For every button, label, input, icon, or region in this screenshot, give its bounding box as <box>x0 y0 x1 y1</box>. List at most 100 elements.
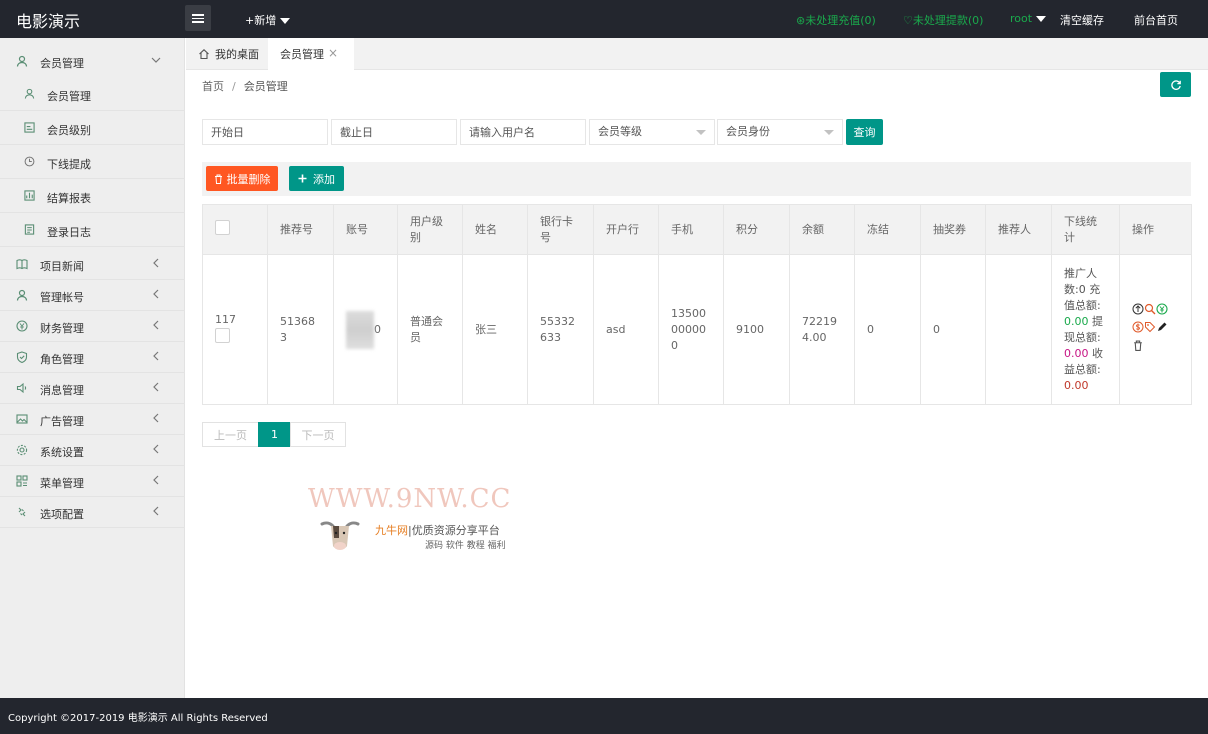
home-icon <box>198 48 210 60</box>
pending-recharge-link[interactable]: ⊛未处理充值(0) <box>796 12 876 28</box>
add-label: 添加 <box>313 172 335 186</box>
cell-actions <box>1119 254 1192 405</box>
cell-phone: 13500000000 <box>658 254 724 405</box>
breadcrumb-home[interactable]: 首页 <box>202 80 224 93</box>
level-icon <box>24 122 35 133</box>
sidebar-group-finance[interactable]: 财务管理 <box>0 311 185 342</box>
new-dropdown[interactable]: +新增 <box>245 12 291 28</box>
close-icon[interactable]: × <box>328 47 340 59</box>
user-dropdown[interactable]: root <box>1010 12 1047 25</box>
batch-delete-button[interactable]: 批量删除 <box>206 166 278 191</box>
start-date-input[interactable] <box>202 119 328 145</box>
trash-icon[interactable] <box>1132 340 1144 352</box>
cell-frozen: 0 <box>854 254 921 405</box>
tab-desktop[interactable]: 我的桌面 <box>186 38 266 70</box>
select-all-checkbox[interactable] <box>215 219 230 235</box>
end-date-input[interactable] <box>331 119 457 145</box>
pencil-icon[interactable] <box>1156 321 1168 333</box>
sidebar-item-report[interactable]: 结算报表 <box>0 179 185 213</box>
shield-icon <box>16 351 28 363</box>
tag-icon[interactable] <box>1144 321 1156 333</box>
book-icon <box>16 258 28 270</box>
search-icon[interactable] <box>1144 303 1156 315</box>
sidebar-group-label: 会员管理 <box>40 57 84 70</box>
chevron-left-icon <box>151 505 160 517</box>
finance-icon[interactable] <box>1156 302 1168 315</box>
header-select-all <box>202 204 268 255</box>
stat-value: 0.00 <box>1064 314 1089 328</box>
pagination: 上一页 1 下一页 <box>202 422 346 447</box>
pending-withdraw-link[interactable]: ♡未处理提款(0) <box>903 12 983 28</box>
sidebar-group-settings[interactable]: 系统设置 <box>0 435 185 466</box>
select-value: 会员身份 <box>726 125 770 138</box>
chevron-left-icon <box>151 412 160 424</box>
pending-recharge-label: 未处理充值(0) <box>805 14 876 27</box>
report-icon <box>24 190 35 201</box>
sidebar-group-ads[interactable]: 广告管理 <box>0 404 185 435</box>
breadcrumb: 首页 / 会员管理 <box>202 78 288 94</box>
cow-logo-icon <box>320 516 360 552</box>
dollar-circle-icon[interactable] <box>1132 321 1144 333</box>
gear-icon <box>16 444 28 456</box>
table-header: 姓名 <box>462 204 528 255</box>
tab-label: 我的桌面 <box>215 48 259 61</box>
add-button[interactable]: 添加 <box>289 166 344 191</box>
page-1-button[interactable]: 1 <box>258 422 291 447</box>
front-home-link[interactable]: 前台首页 <box>1134 12 1178 28</box>
chevron-left-icon <box>151 381 160 393</box>
sidebar-item-member-manage[interactable]: 会员管理 <box>0 77 185 111</box>
user-icon <box>24 88 35 99</box>
sidebar-item-login-log[interactable]: 登录日志 <box>0 213 185 247</box>
sidebar-group-roles[interactable]: 角色管理 <box>0 342 185 373</box>
sidebar-group-label: 项目新闻 <box>40 260 84 273</box>
member-level-select[interactable]: 会员等级 <box>589 119 715 145</box>
menu-toggle-button[interactable] <box>185 5 211 31</box>
caret-down-icon <box>280 18 291 24</box>
finance-icon <box>16 320 28 332</box>
sidebar-item-commission[interactable]: 下线提成 <box>0 145 185 179</box>
sidebar-item-label: 会员管理 <box>47 90 91 103</box>
heart-icon: ♡ <box>903 14 913 27</box>
row-checkbox[interactable] <box>215 327 230 343</box>
table-header: 用户级别 <box>397 204 463 255</box>
app-logo[interactable]: 电影演示 <box>16 8 80 32</box>
refresh-button[interactable] <box>1160 72 1191 97</box>
arrow-up-circle-icon[interactable] <box>1132 303 1144 315</box>
sidebar-item-label: 会员级别 <box>47 124 91 137</box>
query-button[interactable]: 查询 <box>846 119 883 145</box>
sidebar-group-label: 财务管理 <box>40 322 84 335</box>
sidebar-group-menus[interactable]: 菜单管理 <box>0 466 185 497</box>
caret-down-icon <box>696 130 706 135</box>
username-input[interactable] <box>460 119 586 145</box>
sidebar-item-label: 登录日志 <box>47 226 91 239</box>
sidebar-group-options[interactable]: 选项配置 <box>0 497 185 528</box>
top-navbar: 电影演示 +新增 ⊛未处理充值(0) ♡未处理提款(0) root 清空缓存 前… <box>0 0 1208 38</box>
sidebar-group-news[interactable]: 项目新闻 <box>0 249 185 280</box>
sidebar-group-label: 管理帐号 <box>40 291 84 304</box>
chevron-left-icon <box>151 474 160 486</box>
footer: Copyright ©2017-2019 电影演示 All Rights Res… <box>0 698 1208 734</box>
tab-member-manage[interactable]: 会员管理 <box>268 38 354 70</box>
table-header: 账号 <box>333 204 398 255</box>
watermark-slogan: 优质资源分享平台 <box>411 524 500 537</box>
sidebar-group-member[interactable]: 会员管理 <box>0 46 185 77</box>
sidebar-group-messages[interactable]: 消息管理 <box>0 373 185 404</box>
cell-level: 普通会员 <box>397 254 463 405</box>
tab-bar: 我的桌面 会员管理 × <box>186 38 1208 70</box>
menu-icon <box>16 475 28 487</box>
table-header: 推荐号 <box>267 204 334 255</box>
sidebar-item-member-level[interactable]: 会员级别 <box>0 111 185 145</box>
account-suffix: 0 <box>374 322 381 336</box>
breadcrumb-current: 会员管理 <box>243 80 288 93</box>
sidebar-group-admin-accounts[interactable]: 管理帐号 <box>0 280 185 311</box>
member-identity-select[interactable]: 会员身份 <box>717 119 843 145</box>
table-header: 抽奖券 <box>920 204 986 255</box>
batch-delete-label: 批量删除 <box>226 172 271 186</box>
clear-cache-link[interactable]: 清空缓存 <box>1060 12 1104 28</box>
sidebar: 会员管理 会员管理 会员级别 下线提成 结算报表 登录日志 项目新闻 管理帐号 … <box>0 38 185 698</box>
prev-page-button[interactable]: 上一页 <box>202 422 259 447</box>
cell-bank: asd <box>593 254 659 405</box>
chevron-left-icon <box>151 350 160 362</box>
next-page-button[interactable]: 下一页 <box>290 422 346 447</box>
circle-check-icon: ⊛ <box>796 14 806 27</box>
